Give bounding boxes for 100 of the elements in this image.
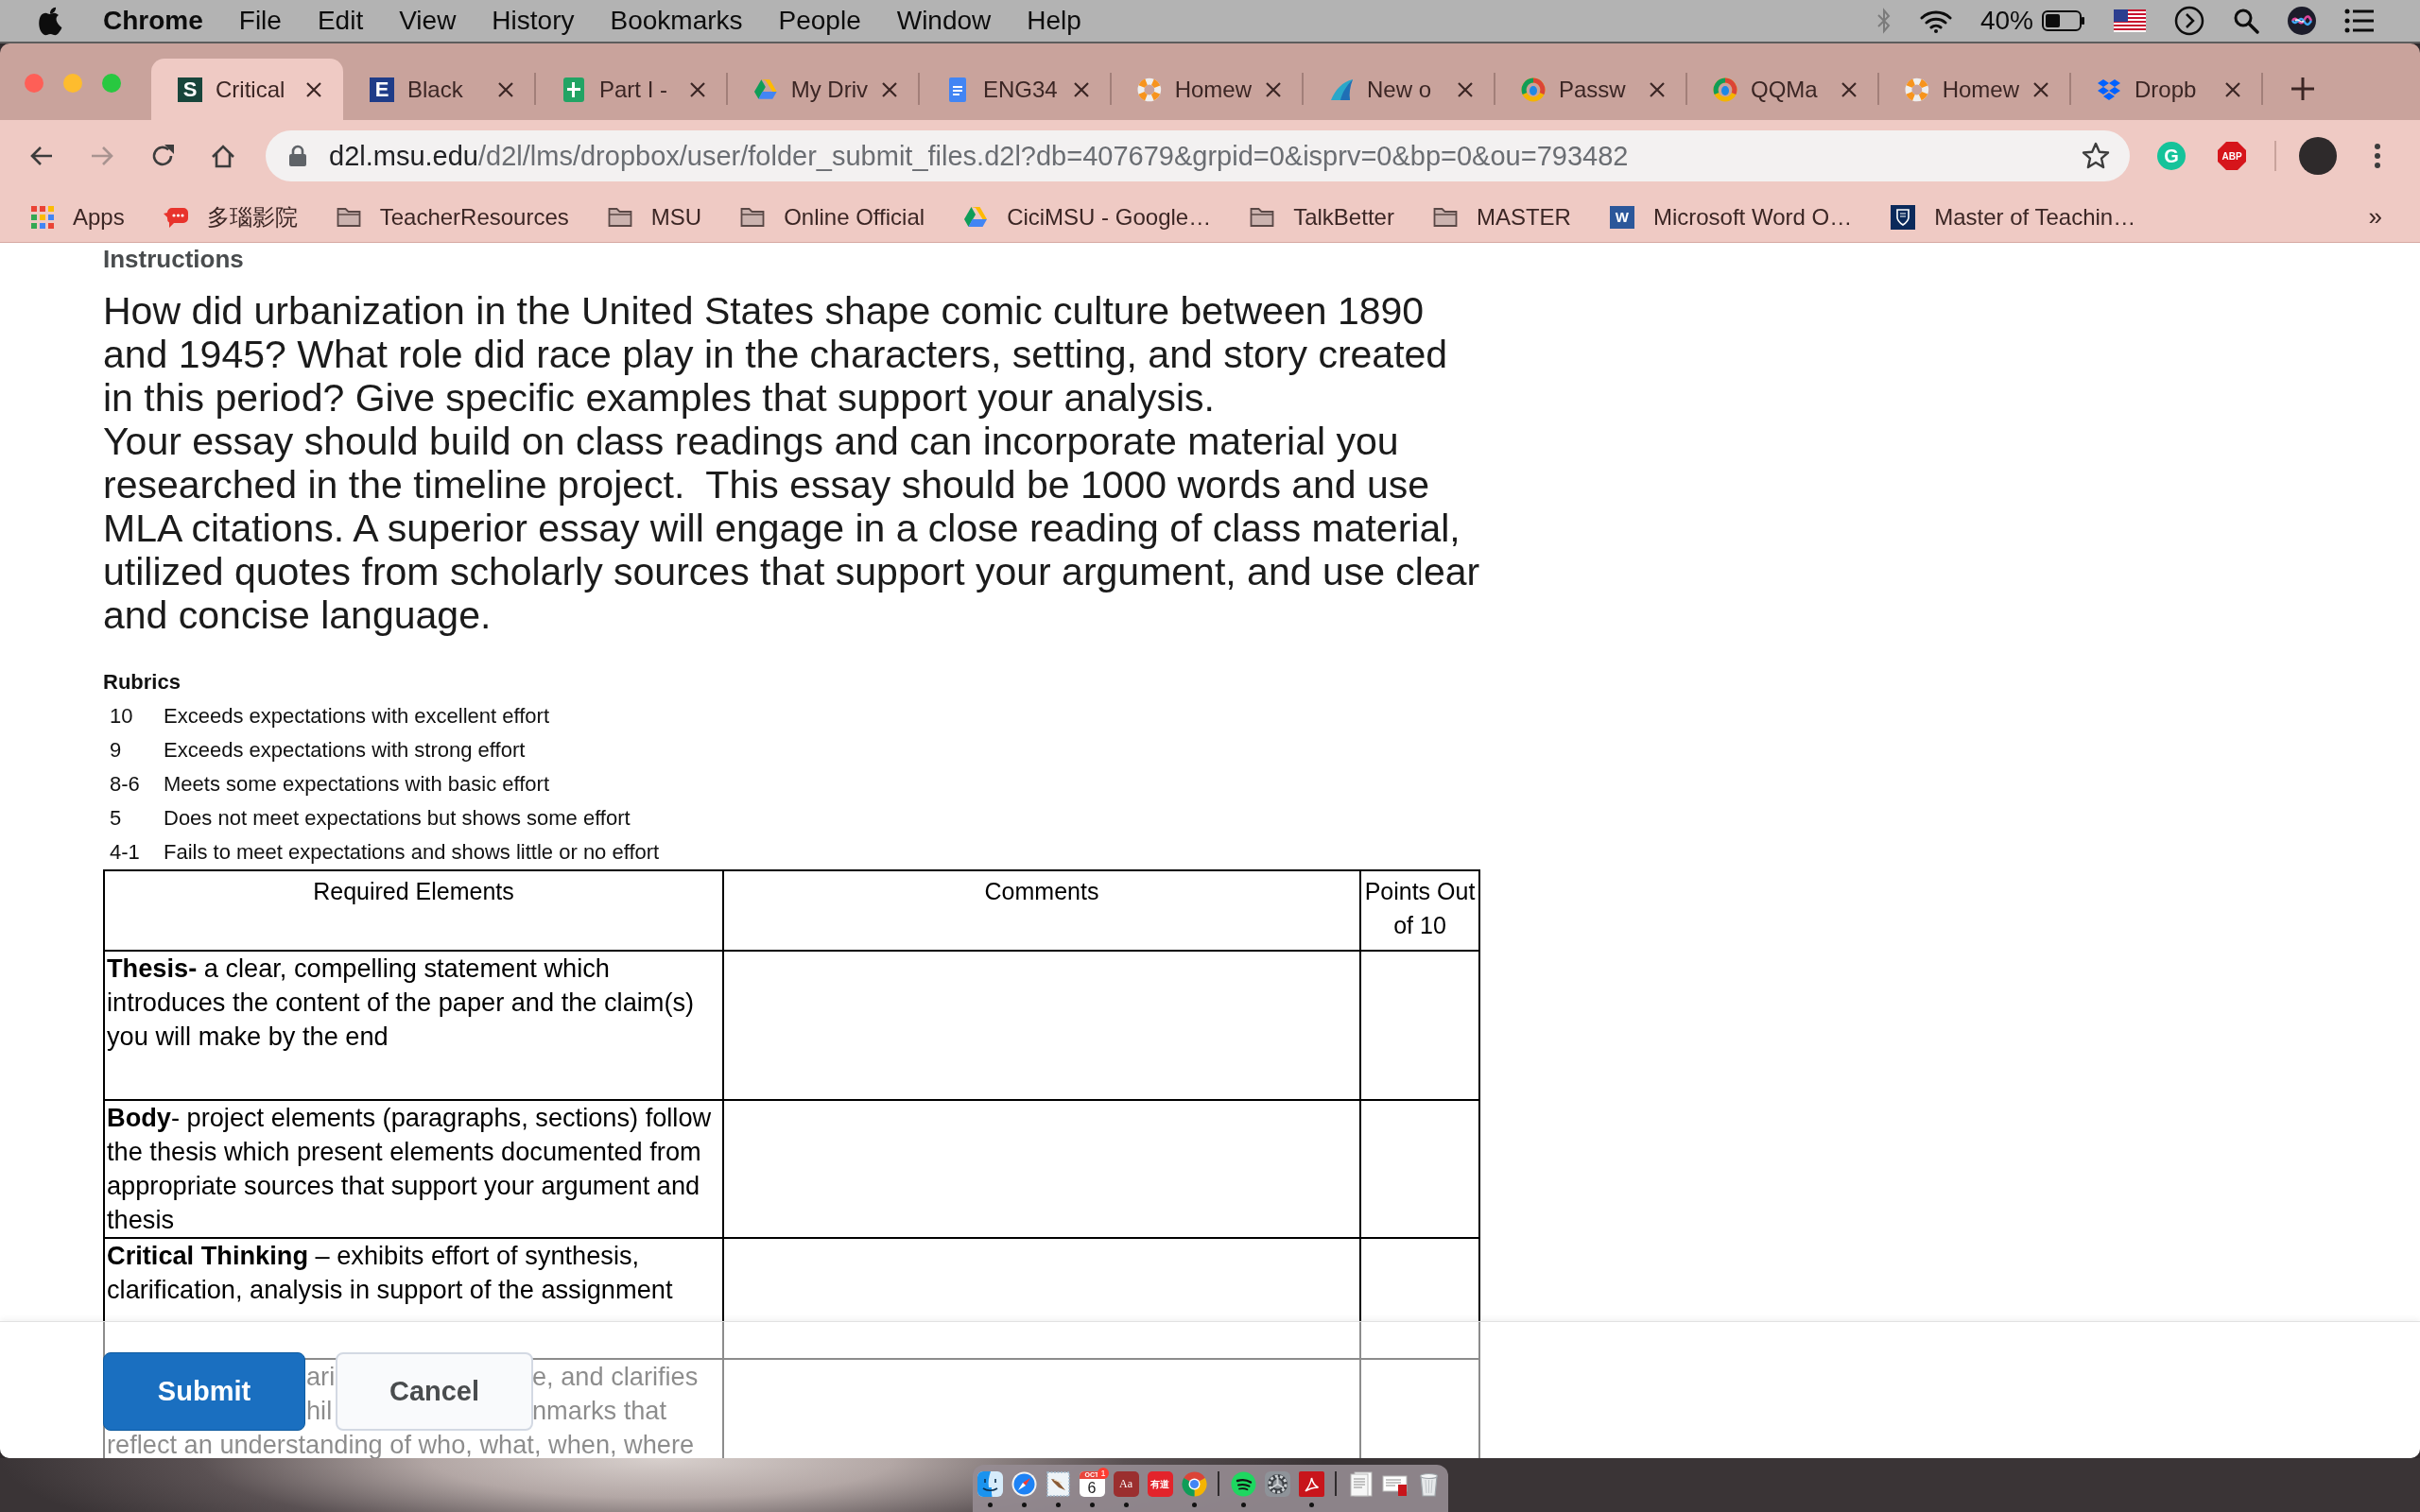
browser-tab[interactable]: ENG34 — [919, 59, 1111, 120]
triangle-icon — [753, 77, 778, 102]
submit-button[interactable]: Submit — [103, 1352, 305, 1431]
character-tile-icon[interactable]: 有道 — [1147, 1471, 1173, 1497]
bookmark-item[interactable]: Apps — [11, 203, 144, 231]
menu-item[interactable]: Window — [878, 6, 1010, 36]
table-cell-text: hil — [306, 1395, 334, 1427]
menu-item[interactable]: People — [760, 6, 879, 36]
house-icon[interactable] — [210, 143, 236, 169]
browser-tab[interactable]: S Critical — [151, 59, 343, 120]
notification-badge: 1 — [1098, 1468, 1109, 1479]
plus-icon[interactable] — [2290, 77, 2315, 101]
list-icon[interactable] — [2344, 9, 2375, 33]
profile-avatar[interactable] — [2299, 137, 2337, 175]
close-icon[interactable] — [689, 80, 706, 98]
gear-icon[interactable] — [1264, 1471, 1290, 1497]
bookmark-item[interactable]: MSU — [587, 203, 721, 231]
bookmark-item[interactable]: Online Official — [720, 203, 944, 231]
browser-tab[interactable]: My Driv — [727, 59, 919, 120]
lifebuoy-icon — [1905, 77, 1929, 102]
menu-item[interactable]: Edit — [299, 6, 382, 36]
chevron-circle-icon[interactable] — [2174, 6, 2204, 36]
lifebuoy-icon — [1137, 77, 1162, 102]
column-header: Points Out of 10 — [1360, 870, 1479, 951]
rubric-description: Meets some expectations with basic effort — [164, 771, 549, 798]
menu-item[interactable]: History — [474, 6, 593, 36]
battery-percentage[interactable]: 40% — [1979, 6, 2033, 36]
menu-item[interactable]: Bookmarks — [592, 6, 761, 36]
browser-tab[interactable]: Dropb — [2070, 59, 2262, 120]
lock-icon[interactable] — [288, 145, 307, 167]
letter-tile-icon: W — [1609, 205, 1634, 229]
browser-tab[interactable]: Homew — [1878, 59, 2070, 120]
browser-tab[interactable]: E Black — [343, 59, 535, 120]
close-icon[interactable] — [2224, 80, 2241, 98]
star-icon[interactable] — [2082, 142, 2110, 170]
waves-circle-icon[interactable] — [1230, 1471, 1256, 1497]
close-icon[interactable] — [497, 80, 514, 98]
stamp-icon[interactable] — [1045, 1471, 1071, 1497]
apple-icon[interactable] — [38, 6, 64, 36]
smiling-face-icon[interactable] — [977, 1471, 1003, 1497]
browser-tab[interactable]: Part I - — [535, 59, 727, 120]
close-icon[interactable] — [2032, 80, 2049, 98]
menu-item[interactable]: Help — [1009, 6, 1099, 36]
browser-tab[interactable]: Homew — [1111, 59, 1303, 120]
browser-tab[interactable]: QQMa — [1686, 59, 1878, 120]
compass-icon[interactable] — [1011, 1471, 1037, 1497]
cross-tile-icon — [562, 77, 586, 102]
menu-item[interactable]: File — [220, 6, 300, 36]
overflow-button[interactable]: » — [2368, 202, 2382, 232]
rubric-score: 10 — [110, 703, 134, 730]
table-cell-text: reflect an understanding of who, what, when, where — [107, 1429, 696, 1458]
triangle-icon — [963, 204, 989, 230]
browser-tab[interactable]: Passw — [1495, 59, 1686, 120]
bookmark-item[interactable]: 多瑙影院 — [143, 201, 317, 232]
prompt-paragraph: Your essay should build on class readings and can incorporate material you researched in the timeline project. This essay should be 1000 words and use MLA citations. A superior essay will engage in a close reading of class material, utilized quotes from scholarly sources that support your argument, and use clear and concise language. — [103, 420, 1481, 637]
swirl-tile-icon[interactable] — [1298, 1471, 1324, 1497]
close-icon[interactable] — [1841, 80, 1858, 98]
app-menu[interactable]: Chrome — [85, 6, 221, 36]
close-icon[interactable] — [881, 80, 898, 98]
battery-icon[interactable] — [2042, 10, 2085, 31]
rubric-description: Exceeds expectations with strong effort — [164, 737, 526, 764]
flag-icon[interactable] — [2114, 9, 2146, 32]
cancel-button[interactable]: Cancel — [336, 1352, 533, 1431]
bookmark-item[interactable]: CiciMSU - Google… — [943, 203, 1231, 231]
close-icon[interactable] — [1457, 80, 1474, 98]
wifi-icon[interactable] — [1919, 9, 1952, 33]
menu-item[interactable]: View — [381, 6, 475, 36]
bookmark-item[interactable]: W Microsoft Word O… — [1589, 203, 1872, 231]
column-header: Comments — [723, 870, 1360, 951]
crest-tile-icon — [1891, 204, 1916, 230]
close-icon[interactable] — [1073, 80, 1090, 98]
close-icon[interactable] — [1649, 80, 1666, 98]
browser-tab[interactable]: New o — [1303, 59, 1495, 120]
close-icon[interactable] — [1265, 80, 1282, 98]
table-cell-text: nmarks that — [532, 1395, 668, 1427]
book-icon[interactable]: Aa — [1113, 1471, 1139, 1497]
prompt-paragraph: How did urbanization in the United States shape comic culture between 1890 and 1945? What role did race play in the characters, setting, and story created in this period? Give specific examples that support your analysis. — [103, 289, 1449, 420]
address-field[interactable]: d2l.msu.edu/d2l/lms/dropbox/user/folder_submit_files.d2l?db=407679&grpid=0&isprv=0&bp=0&ou=793482 — [266, 130, 2130, 181]
grid-icon — [31, 205, 54, 229]
bookmark-item[interactable]: TeacherResources — [316, 203, 588, 231]
orb-icon[interactable] — [2288, 7, 2316, 35]
letter-tile-icon: S — [178, 77, 202, 102]
segmented-circle-icon[interactable] — [1181, 1471, 1207, 1497]
letter-tile-icon: E — [370, 77, 394, 102]
rubric-description: Does not meet expectations but shows some effort — [164, 805, 631, 832]
menu-icon[interactable] — [2374, 143, 2381, 169]
table-cell: Thesis- a clear, compelling statement which introduces the content of the paper and the claim(s) you will make by the end — [104, 951, 723, 1100]
table-cell-text: ari — [306, 1361, 336, 1393]
close-icon[interactable] — [305, 80, 322, 98]
rubric-score: 4-1 — [110, 839, 141, 866]
column-header: Required Elements — [104, 870, 723, 951]
ring-icon — [1713, 77, 1737, 102]
bookmark-item[interactable]: TalkBetter — [1230, 203, 1413, 231]
bookmark-item[interactable]: MASTER — [1412, 203, 1590, 231]
document-icon[interactable] — [1347, 1471, 1374, 1497]
table-cell-text: e, and clarifies — [532, 1361, 700, 1393]
table-cell: Body- project elements (paragraphs, sections) follow the thesis which present elements documented from appropriate sources that support your argument and thesis — [104, 1100, 723, 1238]
ring-icon — [1521, 77, 1546, 102]
bookmark-item[interactable]: Master of Teachin… — [1871, 203, 2155, 231]
search-icon[interactable] — [2233, 8, 2259, 34]
